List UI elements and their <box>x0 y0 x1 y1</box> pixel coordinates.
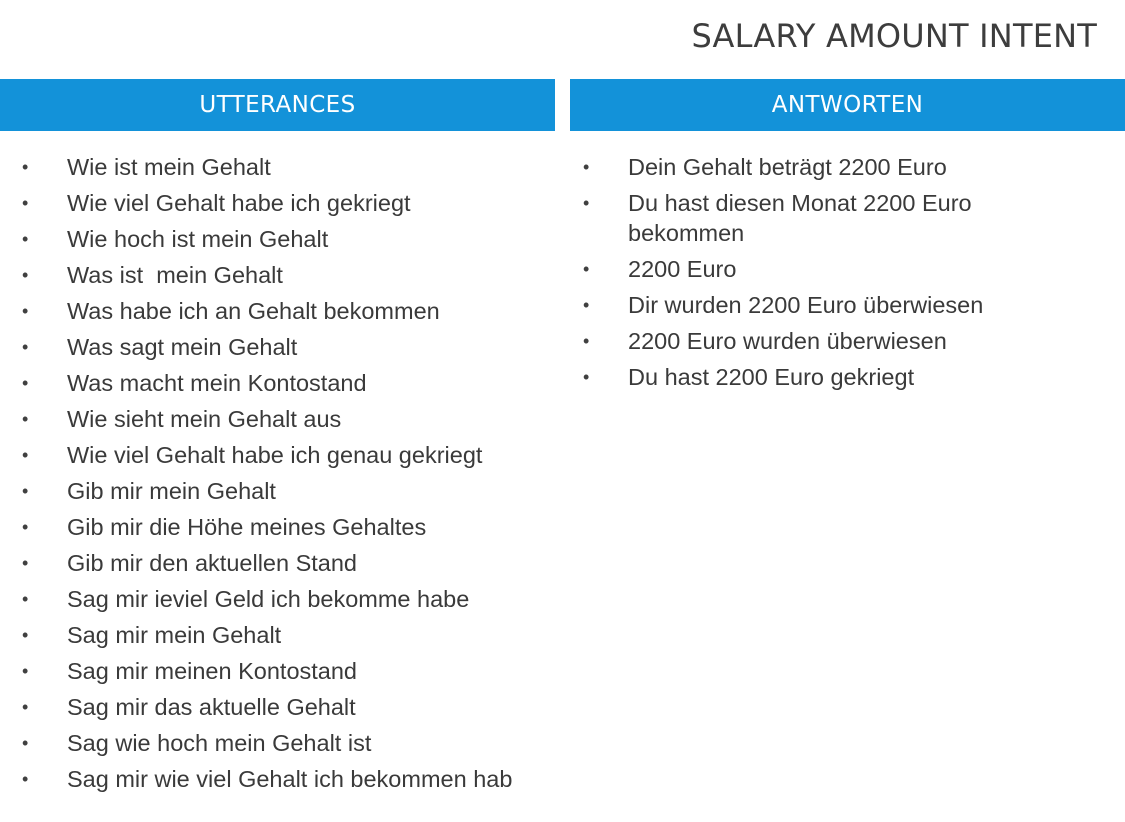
utterance-item: • Wie viel Gehalt habe ich genau gekriegt <box>22 440 552 470</box>
antworten-header-label: ANTWORTEN <box>771 92 924 118</box>
bullet-icon: • <box>22 589 29 609</box>
utterance-text: Sag mir wie viel Gehalt ich bekommen hab <box>67 766 513 792</box>
utterance-item: • Gib mir die Höhe meines Gehaltes <box>22 512 552 542</box>
utterance-text: Wie sieht mein Gehalt aus <box>67 406 342 432</box>
utterance-text: Gib mir die Höhe meines Gehaltes <box>67 514 427 540</box>
utterance-item: • Sag mir wie viel Gehalt ich bekommen ha… <box>22 764 552 794</box>
antwort-text: 2200 Euro <box>628 256 737 282</box>
bullet-icon: • <box>22 229 29 249</box>
utterance-text: Was habe ich an Gehalt bekommen <box>67 298 440 324</box>
antworten-list: • Dein Gehalt beträgt 2200 Euro • Du hast … <box>583 152 1013 398</box>
utterance-text: Wie ist mein Gehalt <box>67 154 271 180</box>
bullet-icon: • <box>22 373 29 393</box>
bullet-icon: • <box>22 769 29 789</box>
utterance-item: • Wie sieht mein Gehalt aus <box>22 404 552 434</box>
utterance-text: Gib mir den aktuellen Stand <box>67 550 357 576</box>
bullet-icon: • <box>22 733 29 753</box>
utterances-header: UTTERANCES <box>0 79 555 131</box>
utterance-item: • Sag mir das aktuelle Gehalt <box>22 692 552 722</box>
antwort-item: • Dir wurden 2200 Euro überwiesen <box>583 290 1013 320</box>
bullet-icon: • <box>22 265 29 285</box>
utterance-item: • Was habe ich an Gehalt bekommen <box>22 296 552 326</box>
utterance-item: • Sag mir mein Gehalt <box>22 620 552 650</box>
utterance-text: Was macht mein Kontostand <box>67 370 367 396</box>
bullet-icon: • <box>583 157 590 177</box>
bullet-icon: • <box>583 331 590 351</box>
bullet-icon: • <box>583 367 590 387</box>
antwort-text: Dein Gehalt beträgt 2200 Euro <box>628 154 947 180</box>
antwort-item: • 2200 Euro wurden überwiesen <box>583 326 1013 356</box>
utterance-item: • Wie viel Gehalt habe ich gekriegt <box>22 188 552 218</box>
bullet-icon: • <box>22 301 29 321</box>
utterances-list: • Wie ist mein Gehalt • Wie viel Gehalt ha… <box>22 152 552 800</box>
utterance-item: • Wie ist mein Gehalt <box>22 152 552 182</box>
utterance-text: Sag wie hoch mein Gehalt ist <box>67 730 372 756</box>
antwort-text: Dir wurden 2200 Euro überwiesen <box>628 292 984 318</box>
antwort-text: 2200 Euro wurden überwiesen <box>628 328 947 354</box>
utterance-item: • Wie hoch ist mein Gehalt <box>22 224 552 254</box>
utterance-text: Wie viel Gehalt habe ich genau gekriegt <box>67 442 483 468</box>
bullet-icon: • <box>22 409 29 429</box>
antwort-item: • 2200 Euro <box>583 254 1013 284</box>
utterance-item: • Was sagt mein Gehalt <box>22 332 552 362</box>
bullet-icon: • <box>22 445 29 465</box>
utterance-text: Gib mir mein Gehalt <box>67 478 276 504</box>
bullet-icon: • <box>583 193 590 213</box>
antwort-text: Du hast diesen Monat 2200 Euro bekommen <box>628 190 979 246</box>
bullet-icon: • <box>22 157 29 177</box>
bullet-icon: • <box>22 625 29 645</box>
utterance-text: Sag mir mein Gehalt <box>67 622 282 648</box>
utterances-header-label: UTTERANCES <box>199 92 356 118</box>
slide-title: SALARY AMOUNT INTENT <box>691 17 1097 55</box>
bullet-icon: • <box>22 193 29 213</box>
utterance-item: • Sag mir meinen Kontostand <box>22 656 552 686</box>
utterance-item: • Sag mir ieviel Geld ich bekomme habe <box>22 584 552 614</box>
bullet-icon: • <box>583 259 590 279</box>
utterance-text: Was ist mein Gehalt <box>67 262 283 288</box>
utterance-item: • Gib mir den aktuellen Stand <box>22 548 552 578</box>
bullet-icon: • <box>22 481 29 501</box>
utterance-item: • Was ist mein Gehalt <box>22 260 552 290</box>
antworten-header: ANTWORTEN <box>570 79 1125 131</box>
utterance-item: • Sag wie hoch mein Gehalt ist <box>22 728 552 758</box>
bullet-icon: • <box>22 517 29 537</box>
bullet-icon: • <box>22 337 29 357</box>
utterance-text: Wie hoch ist mein Gehalt <box>67 226 329 252</box>
bullet-icon: • <box>22 661 29 681</box>
utterance-text: Was sagt mein Gehalt <box>67 334 298 360</box>
antwort-item: • Du hast diesen Monat 2200 Euro bekommen <box>583 188 1013 248</box>
utterance-text: Sag mir meinen Kontostand <box>67 658 357 684</box>
antwort-item: • Du hast 2200 Euro gekriegt <box>583 362 1013 392</box>
bullet-icon: • <box>583 295 590 315</box>
antwort-item: • Dein Gehalt beträgt 2200 Euro <box>583 152 1013 182</box>
utterance-item: • Was macht mein Kontostand <box>22 368 552 398</box>
utterance-text: Sag mir ieviel Geld ich bekomme habe <box>67 586 470 612</box>
antwort-text: Du hast 2200 Euro gekriegt <box>628 364 915 390</box>
utterance-text: Wie viel Gehalt habe ich gekriegt <box>67 190 411 216</box>
bullet-icon: • <box>22 553 29 573</box>
utterance-item: • Gib mir mein Gehalt <box>22 476 552 506</box>
bullet-icon: • <box>22 697 29 717</box>
utterance-text: Sag mir das aktuelle Gehalt <box>67 694 356 720</box>
